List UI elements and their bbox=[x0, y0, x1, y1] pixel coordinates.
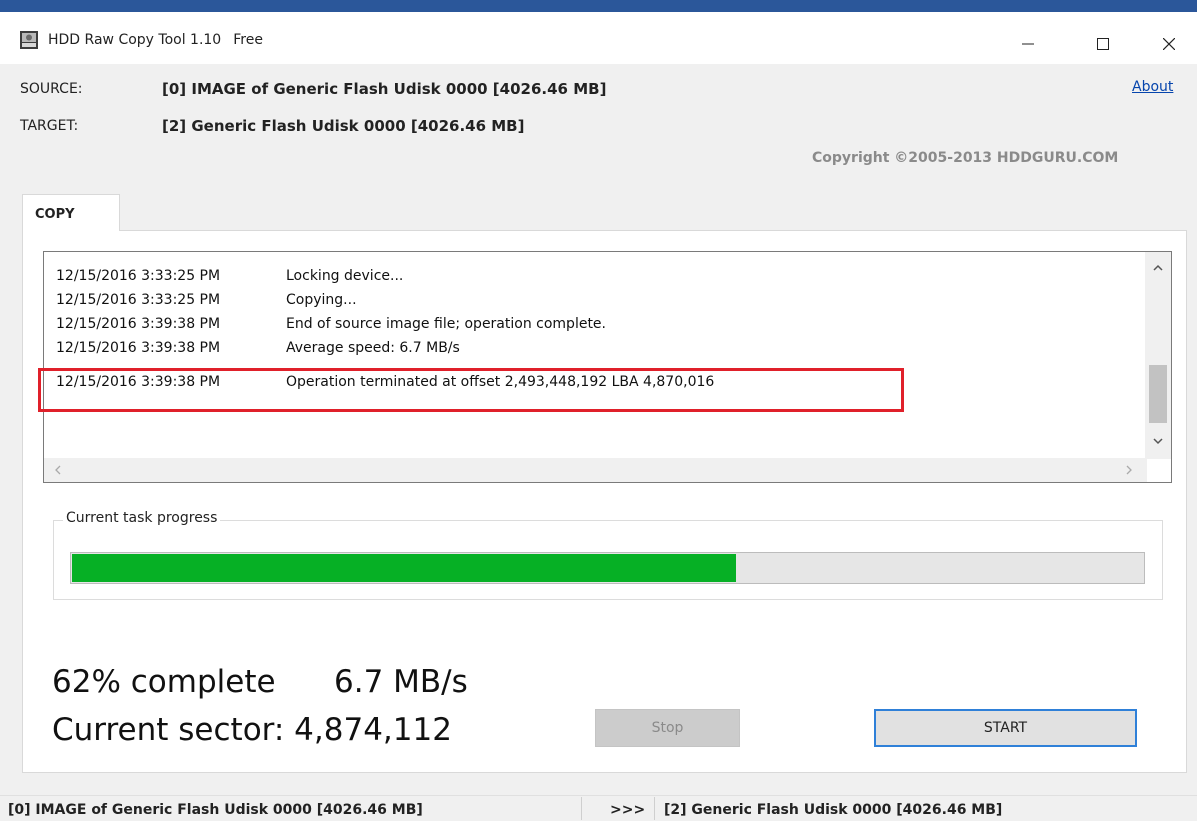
window-top-border bbox=[0, 0, 1197, 12]
target-device: [2] Generic Flash Udisk 0000 [4026.46 MB… bbox=[162, 117, 525, 135]
minimize-icon bbox=[1022, 43, 1034, 45]
chevron-down-icon bbox=[1153, 437, 1163, 444]
edition-label: Free bbox=[233, 32, 263, 48]
target-label: TARGET: bbox=[20, 118, 79, 134]
log-message: Copying... bbox=[286, 292, 357, 308]
stop-button[interactable]: Stop bbox=[595, 709, 740, 747]
status-arrow: >>> bbox=[610, 802, 646, 818]
log-time: 12/15/2016 3:39:38 PM bbox=[56, 316, 221, 332]
log-listbox[interactable]: 12/15/2016 3:33:25 PM Locking device... 1… bbox=[43, 251, 1172, 483]
log-message: Average speed: 6.7 MB/s bbox=[286, 340, 460, 356]
start-button[interactable]: START bbox=[874, 709, 1137, 747]
status-source: [0] IMAGE of Generic Flash Udisk 0000 [4… bbox=[8, 802, 423, 818]
window-title: HDD Raw Copy Tool 1.10 Free bbox=[48, 30, 263, 50]
log-horizontal-scrollbar[interactable] bbox=[44, 458, 1147, 482]
status-target: [2] Generic Flash Udisk 0000 [4026.46 MB… bbox=[664, 802, 1003, 818]
source-label: SOURCE: bbox=[20, 81, 83, 97]
scroll-right-arrow[interactable] bbox=[1122, 463, 1136, 477]
status-divider bbox=[654, 797, 655, 820]
log-entry: 12/15/2016 3:39:38 PM End of source image… bbox=[56, 312, 606, 336]
log-time: 12/15/2016 3:33:25 PM bbox=[56, 268, 221, 284]
log-entry: 12/15/2016 3:33:25 PM Locking device... bbox=[56, 264, 403, 288]
close-button[interactable] bbox=[1139, 24, 1197, 64]
log-vertical-scrollbar[interactable] bbox=[1145, 252, 1171, 459]
percent-complete: 62% complete bbox=[52, 664, 276, 700]
current-sector: Current sector: 4,874,112 bbox=[52, 712, 452, 748]
log-message: End of source image file; operation comp… bbox=[286, 316, 606, 332]
hdd-app-icon bbox=[20, 31, 38, 49]
minimize-button[interactable] bbox=[998, 24, 1058, 64]
log-highlight-box bbox=[38, 368, 904, 412]
tab-copy-label: COPY bbox=[35, 207, 75, 222]
status-divider bbox=[581, 797, 582, 820]
log-message: Locking device... bbox=[286, 268, 404, 284]
scroll-up-arrow[interactable] bbox=[1151, 260, 1165, 274]
transfer-speed: 6.7 MB/s bbox=[334, 664, 468, 700]
scroll-thumb[interactable] bbox=[1149, 365, 1167, 423]
progress-group-label: Current task progress bbox=[63, 510, 221, 526]
chevron-right-icon bbox=[1126, 465, 1132, 475]
chevron-up-icon bbox=[1153, 264, 1163, 271]
scroll-down-arrow[interactable] bbox=[1151, 434, 1165, 448]
title-bar: HDD Raw Copy Tool 1.10 Free bbox=[0, 12, 1197, 64]
maximize-icon bbox=[1097, 38, 1109, 50]
app-name: HDD Raw Copy Tool 1.10 bbox=[48, 32, 222, 48]
task-progress-bar bbox=[70, 552, 1145, 584]
chevron-left-icon bbox=[54, 465, 60, 475]
scroll-left-arrow[interactable] bbox=[50, 463, 64, 477]
source-device: [0] IMAGE of Generic Flash Udisk 0000 [4… bbox=[162, 80, 607, 98]
log-time: 12/15/2016 3:33:25 PM bbox=[56, 292, 221, 308]
log-entry: 12/15/2016 3:39:38 PM Average speed: 6.7 … bbox=[56, 336, 460, 360]
maximize-button[interactable] bbox=[1073, 24, 1133, 64]
copyright-text: Copyright ©2005-2013 HDDGURU.COM bbox=[812, 150, 1119, 166]
task-progress-fill bbox=[72, 554, 736, 582]
about-link[interactable]: About bbox=[1132, 79, 1173, 95]
log-entry: 12/15/2016 3:33:25 PM Copying... bbox=[56, 288, 357, 312]
log-time: 12/15/2016 3:39:38 PM bbox=[56, 340, 221, 356]
close-icon bbox=[1163, 38, 1175, 50]
tab-copy[interactable]: COPY bbox=[22, 194, 120, 231]
